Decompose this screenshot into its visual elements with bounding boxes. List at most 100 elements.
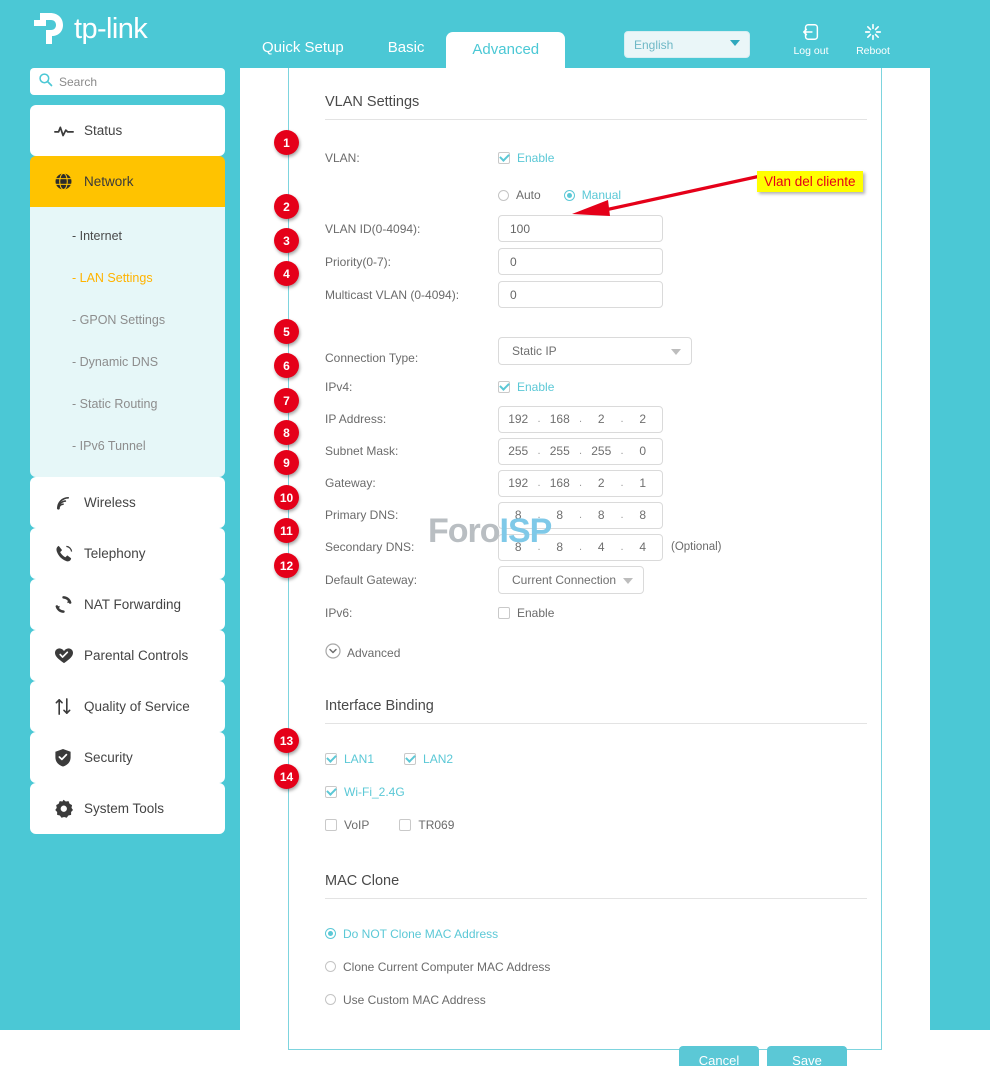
gateway-octet-1[interactable]: 192 [499, 476, 537, 490]
ip-octet-2[interactable]: 168 [541, 412, 579, 426]
voip-checkbox[interactable] [325, 818, 337, 831]
ipv6-enable-label[interactable]: Enable [517, 606, 554, 620]
pdns-octet-4[interactable]: 8 [624, 508, 662, 522]
language-selector[interactable]: English [624, 31, 750, 58]
binding-wifi-24g[interactable]: Wi-Fi_2.4G [325, 785, 405, 799]
sidebar-item-quality-of-service[interactable]: Quality of Service [30, 681, 225, 732]
mask-octet-2[interactable]: 255 [541, 444, 579, 458]
mask-octet-4[interactable]: 0 [624, 444, 662, 458]
clone-current-radio[interactable] [325, 961, 336, 972]
primary-dns-input[interactable]: 8. 8. 8. 8 [498, 501, 663, 529]
mac-option-do-not-clone[interactable]: Do NOT Clone MAC Address [325, 917, 867, 950]
clone-current-label[interactable]: Clone Current Computer MAC Address [343, 960, 550, 974]
tab-quick-setup[interactable]: Quick Setup [240, 28, 366, 68]
do-not-clone-label[interactable]: Do NOT Clone MAC Address [343, 927, 498, 941]
default-gateway-select[interactable]: Current Connection [498, 565, 644, 594]
mask-octet-3[interactable]: 255 [582, 444, 620, 458]
voip-label[interactable]: VoIP [344, 818, 369, 832]
sdns-octet-3[interactable]: 4 [582, 540, 620, 554]
vlan-enable-checkbox[interactable] [498, 152, 510, 164]
ipv4-enable-label[interactable]: Enable [517, 380, 554, 394]
wifi-24g-checkbox[interactable] [325, 785, 337, 798]
tab-basic[interactable]: Basic [366, 28, 447, 68]
custom-mac-label[interactable]: Use Custom MAC Address [343, 993, 486, 1007]
sidebar-subitem-gpon-settings[interactable]: - GPON Settings [30, 299, 225, 341]
sdns-octet-1[interactable]: 8 [499, 540, 537, 554]
step-badge-2: 2 [274, 194, 299, 219]
step-badge-11: 11 [274, 518, 299, 543]
vlan-id-input[interactable] [498, 215, 663, 242]
sidebar-subitem-dynamic-dns[interactable]: - Dynamic DNS [30, 341, 225, 383]
lan2-label[interactable]: LAN2 [423, 752, 453, 766]
pdns-octet-2[interactable]: 8 [541, 508, 579, 522]
sidebar-item-telephony[interactable]: Telephony [30, 528, 225, 579]
vlan-mode-manual-radio[interactable] [563, 189, 575, 201]
lan2-checkbox[interactable] [404, 752, 417, 765]
tr069-checkbox[interactable] [399, 818, 412, 831]
search-input[interactable] [59, 74, 209, 89]
reboot-button[interactable]: Reboot [845, 22, 901, 57]
priority-input[interactable] [498, 248, 663, 275]
brand-logo[interactable]: tp-link [30, 10, 148, 48]
sidebar-subitem-internet[interactable]: - Internet [30, 215, 225, 257]
ip-octet-3[interactable]: 2 [582, 412, 620, 426]
logout-icon [783, 22, 839, 42]
lan1-label[interactable]: LAN1 [344, 752, 374, 766]
vlan-enable-label[interactable]: Enable [517, 151, 554, 165]
multicast-vlan-input[interactable] [498, 281, 663, 308]
sdns-octet-2[interactable]: 8 [541, 540, 579, 554]
logout-button[interactable]: Log out [783, 22, 839, 57]
sidebar-subitem-ipv6-tunnel[interactable]: - IPv6 Tunnel [30, 425, 225, 467]
sdns-octet-4[interactable]: 4 [624, 540, 662, 554]
ip-octet-4[interactable]: 2 [624, 412, 662, 426]
row-priority: Priority(0-7): [325, 245, 867, 278]
ipv6-enable-checkbox[interactable] [498, 606, 510, 619]
binding-lan2[interactable]: LAN2 [404, 752, 453, 766]
gateway-octet-3[interactable]: 2 [582, 476, 620, 490]
binding-voip[interactable]: VoIP [325, 818, 369, 832]
pdns-octet-1[interactable]: 8 [499, 508, 537, 522]
wifi-24g-label[interactable]: Wi-Fi_2.4G [344, 785, 405, 799]
brand-name: tp-link [74, 12, 148, 45]
sidebar-item-security[interactable]: Security [30, 732, 225, 783]
gateway-octet-4[interactable]: 1 [624, 476, 662, 490]
search-box[interactable] [30, 68, 225, 95]
sidebar-item-wireless[interactable]: Wireless [30, 477, 225, 528]
vlan-mode-auto-radio[interactable] [498, 189, 509, 201]
binding-lan1[interactable]: LAN1 [325, 752, 374, 766]
pdns-octet-3[interactable]: 8 [582, 508, 620, 522]
do-not-clone-radio[interactable] [325, 928, 336, 939]
lan1-checkbox[interactable] [325, 752, 337, 765]
vlan-mode-manual-label[interactable]: Manual [582, 188, 621, 202]
sidebar-item-status[interactable]: Status [30, 105, 225, 156]
chevron-down-icon [671, 349, 681, 355]
ip-address-input[interactable]: 192. 168. 2. 2 [498, 405, 663, 433]
cancel-button[interactable]: Cancel [679, 1046, 759, 1066]
secondary-dns-input[interactable]: 8. 8. 4. 4 [498, 533, 663, 561]
vlan-mode-auto-label[interactable]: Auto [516, 188, 541, 202]
ip-octet-1[interactable]: 192 [499, 412, 537, 426]
mac-option-custom[interactable]: Use Custom MAC Address [325, 983, 867, 1016]
sidebar-item-nat-forwarding[interactable]: NAT Forwarding [30, 579, 225, 630]
gateway-octet-2[interactable]: 168 [541, 476, 579, 490]
custom-mac-radio[interactable] [325, 994, 336, 1005]
sidebar-item-label: Network [84, 174, 134, 189]
mask-octet-1[interactable]: 255 [499, 444, 537, 458]
tr069-label[interactable]: TR069 [418, 818, 454, 832]
ipv4-enable-checkbox[interactable] [498, 381, 510, 393]
gateway-input[interactable]: 192. 168. 2. 1 [498, 469, 663, 497]
sidebar-subitem-lan-settings[interactable]: - LAN Settings [30, 257, 225, 299]
mac-option-clone-current[interactable]: Clone Current Computer MAC Address [325, 950, 867, 983]
connection-type-select[interactable]: Static IP [498, 337, 692, 365]
subnet-mask-input[interactable]: 255. 255. 255. 0 [498, 437, 663, 465]
sidebar-item-parental-controls[interactable]: Parental Controls [30, 630, 225, 681]
advanced-toggle[interactable]: Advanced [325, 643, 867, 662]
binding-tr069[interactable]: TR069 [399, 818, 454, 832]
step-badge-14: 14 [274, 764, 299, 789]
sidebar-subitem-static-routing[interactable]: - Static Routing [30, 383, 225, 425]
language-select[interactable]: English [624, 31, 750, 58]
save-button[interactable]: Save [767, 1046, 847, 1066]
sidebar-item-network[interactable]: Network [30, 156, 225, 207]
tab-advanced[interactable]: Advanced [446, 32, 566, 68]
sidebar-item-system-tools[interactable]: System Tools [30, 783, 225, 834]
